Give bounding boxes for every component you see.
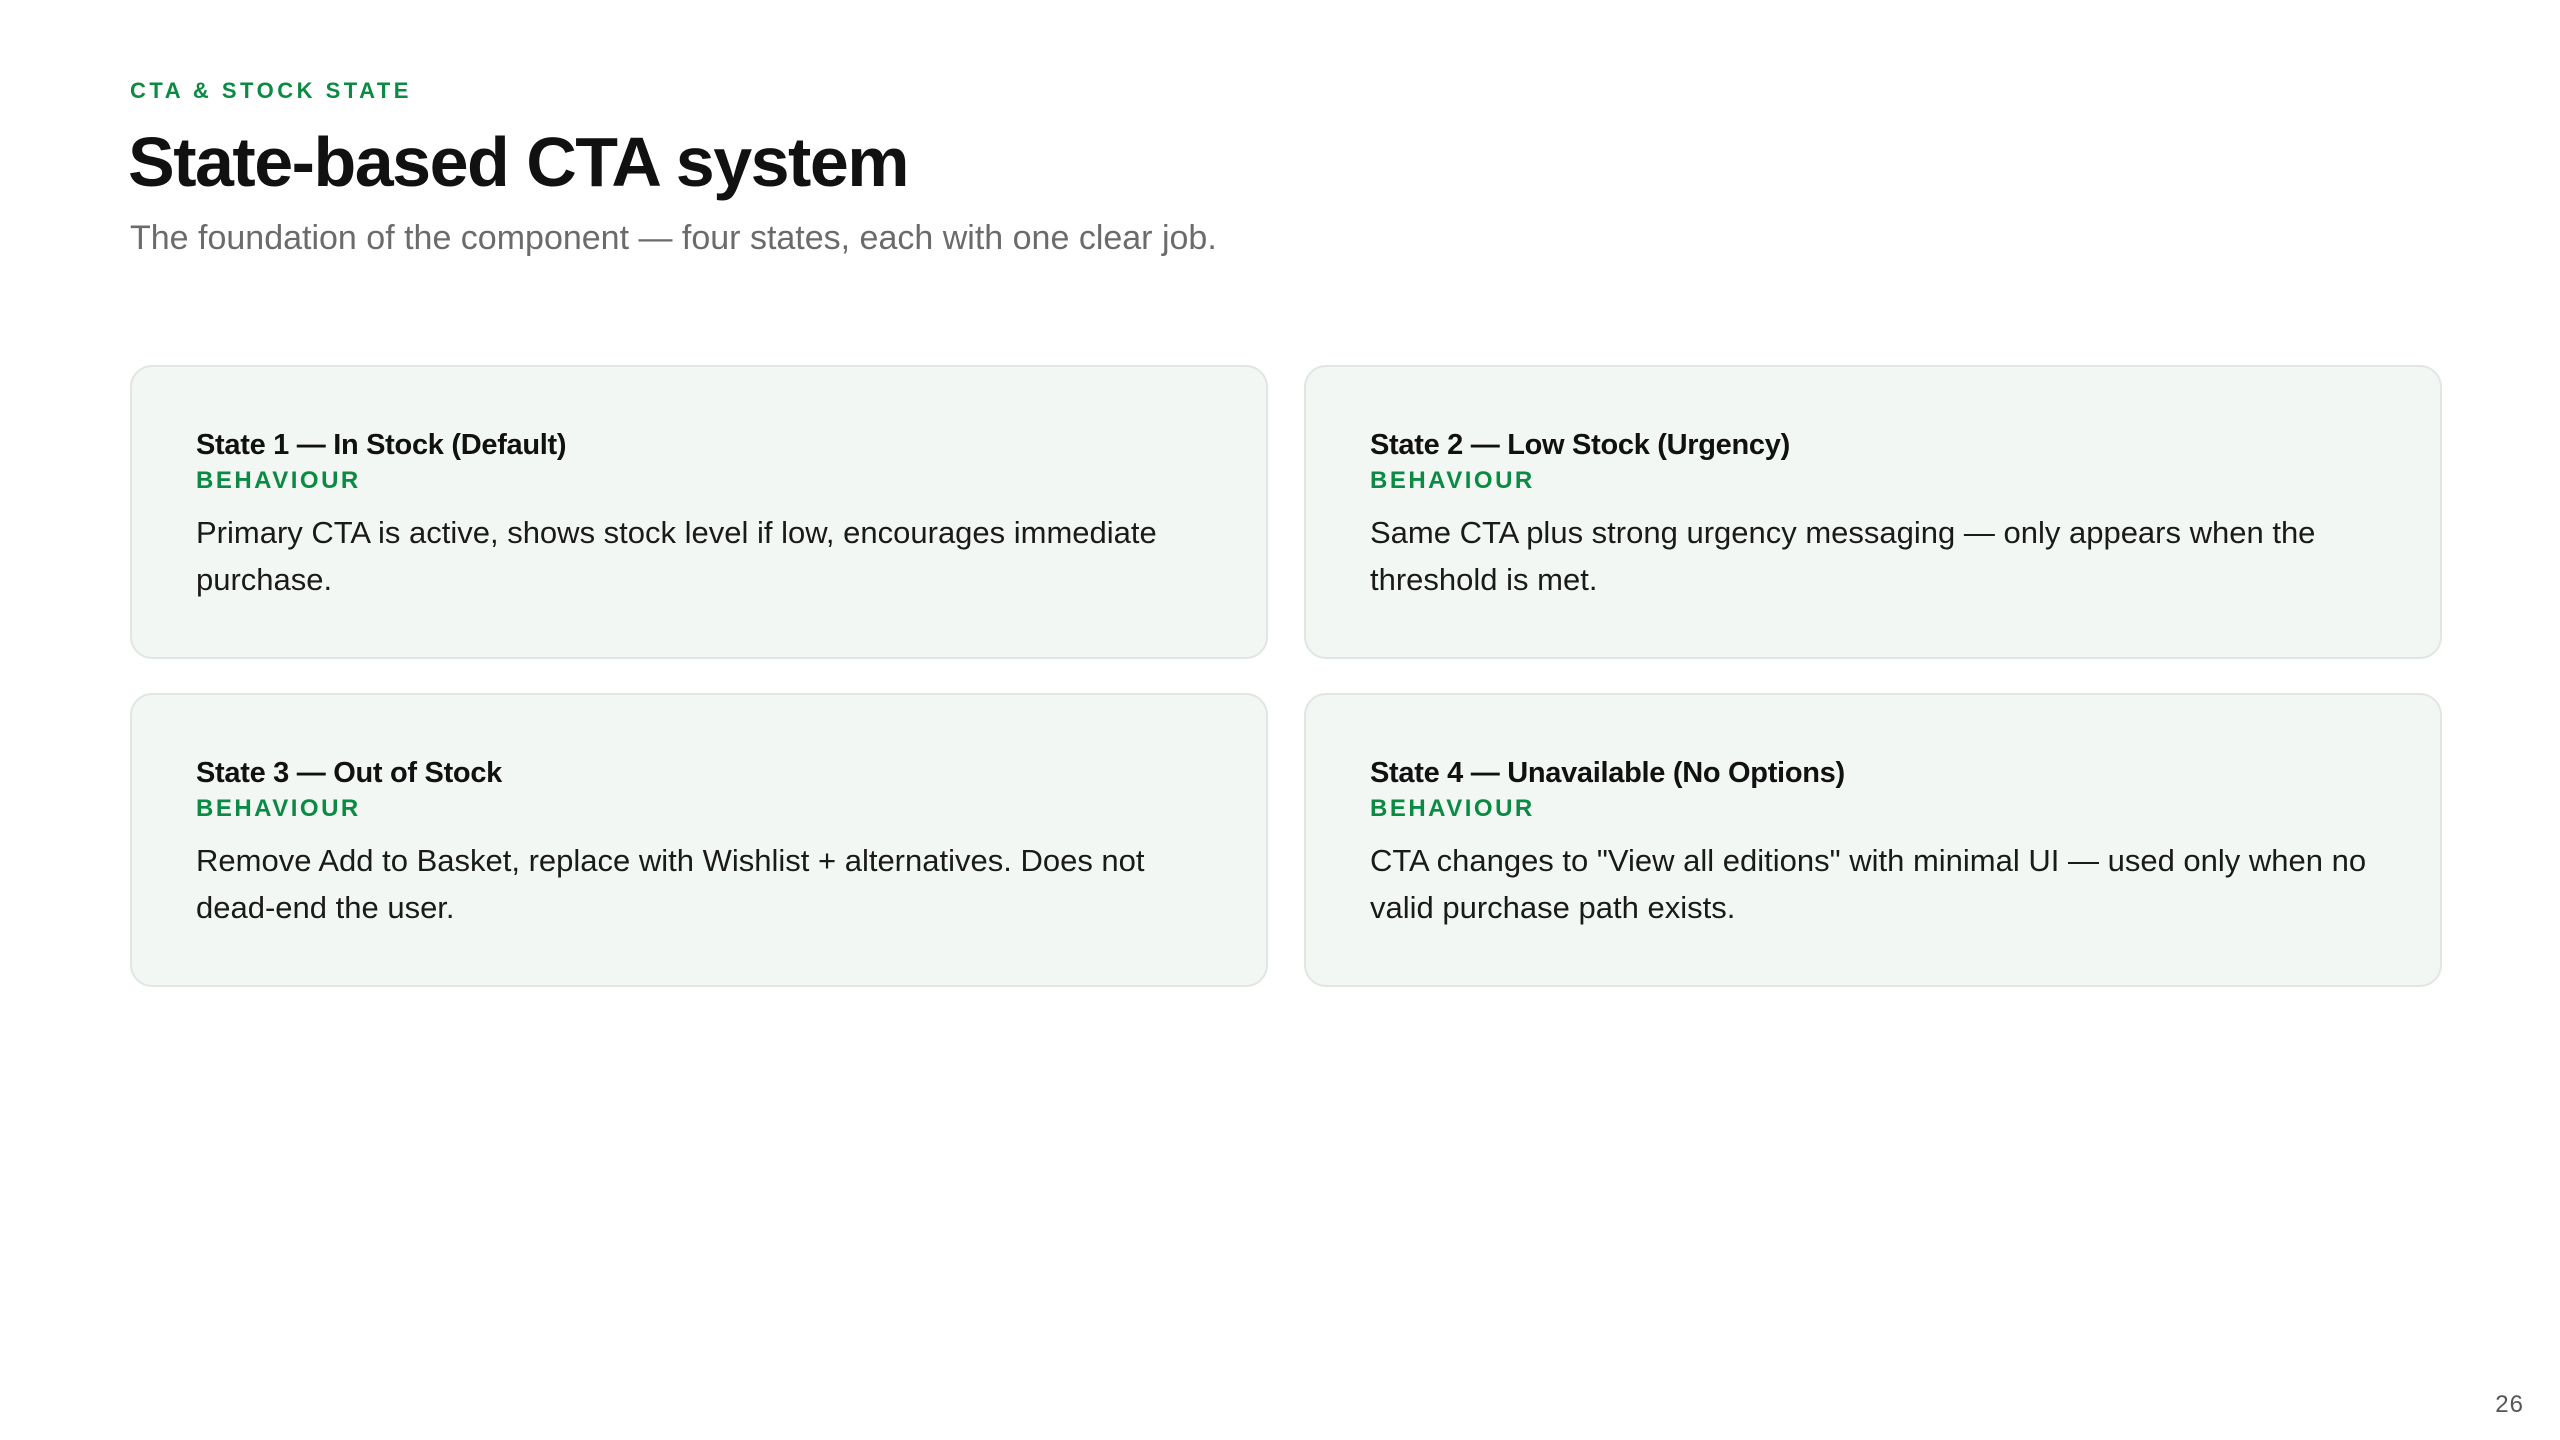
state-card-out-of-stock: State 3 — Out of Stock BEHAVIOUR Remove …	[130, 693, 1268, 987]
state-card-grid: State 1 — In Stock (Default) BEHAVIOUR P…	[130, 365, 2442, 987]
behaviour-label: BEHAVIOUR	[196, 795, 361, 822]
state-card-title: State 4 — Unavailable (No Options)	[1370, 757, 1845, 789]
state-card-in-stock: State 1 — In Stock (Default) BEHAVIOUR P…	[130, 365, 1268, 659]
section-eyebrow: CTA & STOCK STATE	[130, 78, 412, 103]
page-title: State-based CTA system	[128, 123, 910, 201]
state-card-description: CTA changes to "View all editions" with …	[1370, 843, 2367, 925]
behaviour-label: BEHAVIOUR	[1370, 467, 1535, 494]
behaviour-label: BEHAVIOUR	[1370, 795, 1535, 822]
state-card-description: Primary CTA is active, shows stock level…	[196, 515, 1157, 597]
page-number: 26	[2495, 1391, 2524, 1418]
state-card-title: State 1 — In Stock (Default)	[196, 429, 567, 461]
behaviour-label: BEHAVIOUR	[196, 467, 361, 494]
state-card-description: Remove Add to Basket, replace with Wishl…	[196, 843, 1145, 925]
state-card-title: State 3 — Out of Stock	[196, 757, 502, 789]
state-card-low-stock: State 2 — Low Stock (Urgency) BEHAVIOUR …	[1304, 365, 2442, 659]
page-subtitle: The foundation of the component — four s…	[130, 219, 1217, 257]
state-card-unavailable: State 4 — Unavailable (No Options) BEHAV…	[1304, 693, 2442, 987]
state-card-description: Same CTA plus strong urgency messaging —…	[1370, 515, 2316, 597]
state-card-title: State 2 — Low Stock (Urgency)	[1370, 429, 1790, 461]
